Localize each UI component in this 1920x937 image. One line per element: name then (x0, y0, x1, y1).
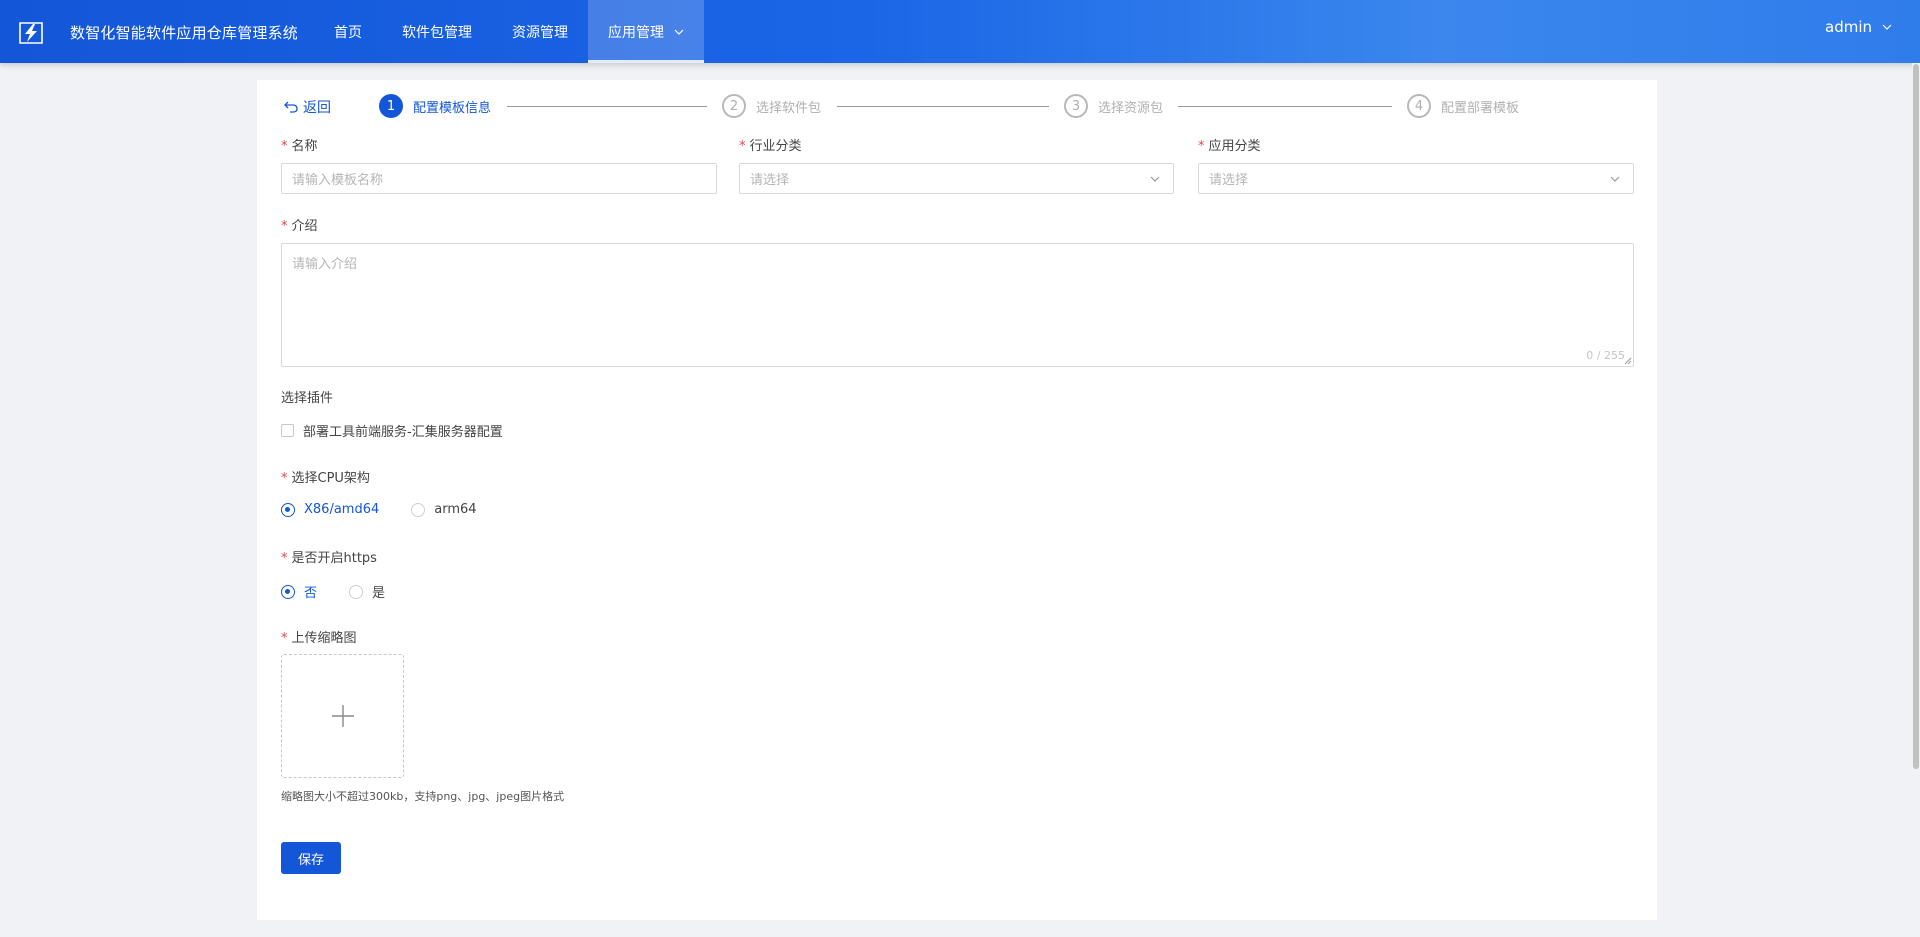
step-4: 4 配置部署模板 (1407, 94, 1519, 118)
cpu-option-arm64[interactable]: arm64 (411, 502, 477, 517)
required-mark: * (281, 551, 288, 566)
thumbnail-upload[interactable] (281, 654, 404, 778)
https-label-text: 是否开启https (291, 551, 377, 566)
back-label: 返回 (303, 100, 331, 116)
form-card: 返回 1 配置模板信息 2 选择软件包 3 选择资源包 4 配置部署模板 * 名称… (257, 80, 1657, 920)
user-menu[interactable]: admin (1825, 18, 1892, 36)
step-connector (837, 106, 1049, 107)
industry-label-text: 行业分类 (749, 139, 802, 154)
intro-field-label: * 介绍 (281, 215, 318, 234)
step-2: 2 选择软件包 (722, 94, 821, 118)
name-input[interactable]: 请输入模板名称 (281, 163, 717, 194)
radio-checked[interactable] (281, 502, 295, 517)
https-option-no-label: 否 (304, 586, 318, 601)
industry-select-placeholder: 请选择 (750, 173, 790, 188)
scrollbar-thumb[interactable] (1913, 64, 1919, 769)
username: admin (1825, 18, 1872, 36)
cpu-field-label: * 选择CPU架构 (281, 467, 370, 486)
https-option-yes-label: 是 (372, 586, 386, 601)
plugin-option-label: 部署工具前端服务-汇集服务器配置 (303, 425, 503, 440)
nav-package-management-label: 软件包管理 (402, 24, 472, 41)
required-mark: * (281, 471, 288, 486)
nav-resource-management[interactable]: 资源管理 (492, 0, 588, 63)
nav-home[interactable]: 首页 (314, 0, 382, 63)
industry-select[interactable]: 请选择 (739, 163, 1174, 194)
https-field-label: * 是否开启https (281, 547, 377, 566)
name-input-placeholder: 请输入模板名称 (292, 173, 384, 188)
cpu-label-text: 选择CPU架构 (291, 471, 370, 486)
step-connector (1178, 106, 1392, 107)
step-4-label: 配置部署模板 (1441, 100, 1520, 116)
thumbnail-field-label: * 上传缩略图 (281, 627, 357, 646)
step-2-number: 2 (722, 94, 746, 118)
nav-app-management-label: 应用管理 (608, 24, 664, 41)
plugin-checkbox-row[interactable]: 部署工具前端服务-汇集服务器配置 (281, 421, 503, 440)
resize-handle-icon[interactable] (1624, 357, 1632, 365)
radio-unchecked[interactable] (411, 502, 426, 517)
intro-label-text: 介绍 (291, 219, 318, 234)
required-mark: * (281, 219, 288, 234)
top-header: 数智化智能软件应用仓库管理系统 首页 软件包管理 资源管理 应用管理 admin (0, 0, 1920, 63)
plus-icon (331, 705, 354, 727)
chevron-down-icon (1882, 24, 1892, 30)
name-label-text: 名称 (291, 139, 318, 154)
cpu-radio-group: X86/amd64 arm64 (281, 502, 509, 517)
app-category-select[interactable]: 请选择 (1198, 163, 1634, 194)
required-mark: * (281, 631, 288, 646)
app-category-field-label: * 应用分类 (1198, 135, 1261, 154)
back-button[interactable]: 返回 (283, 97, 331, 117)
name-field-label: * 名称 (281, 135, 318, 154)
chevron-down-icon (1610, 176, 1620, 182)
nav-resource-management-label: 资源管理 (512, 24, 568, 41)
plugin-checkbox[interactable] (281, 424, 294, 437)
https-radio-group: 否 是 (281, 582, 417, 601)
app-category-label-text: 应用分类 (1208, 139, 1261, 154)
intro-textarea-placeholder: 请输入介绍 (292, 257, 358, 272)
chevron-down-icon (674, 29, 684, 35)
save-button[interactable]: 保存 (281, 842, 341, 874)
thumbnail-hint: 缩略图大小不超过300kb，支持png、jpg、jpeg图片格式 (281, 790, 565, 803)
step-1: 1 配置模板信息 (379, 94, 491, 118)
https-option-no[interactable]: 否 (281, 582, 317, 601)
required-mark: * (1198, 139, 1205, 154)
nav-app-management[interactable]: 应用管理 (588, 0, 704, 63)
app-title: 数智化智能软件应用仓库管理系统 (70, 24, 299, 42)
char-counter: 0 / 255 (1586, 349, 1625, 362)
thumbnail-label-text: 上传缩略图 (291, 631, 357, 646)
step-3-label: 选择资源包 (1098, 100, 1164, 116)
app-category-select-placeholder: 请选择 (1209, 173, 1249, 188)
cpu-option-x86[interactable]: X86/amd64 (281, 502, 379, 517)
nav-package-management[interactable]: 软件包管理 (382, 0, 492, 63)
step-1-label: 配置模板信息 (413, 100, 492, 116)
return-arrow-icon (284, 101, 298, 113)
step-3-number: 3 (1064, 94, 1088, 118)
step-4-number: 4 (1407, 94, 1431, 118)
required-mark: * (739, 139, 746, 154)
radio-checked[interactable] (281, 584, 295, 599)
chevron-down-icon (1150, 176, 1160, 182)
main-nav: 首页 软件包管理 资源管理 应用管理 (314, 0, 704, 63)
https-option-yes[interactable]: 是 (349, 582, 385, 601)
step-2-label: 选择软件包 (756, 100, 822, 116)
nav-home-label: 首页 (334, 24, 362, 41)
step-3: 3 选择资源包 (1064, 94, 1163, 118)
app-logo-icon (19, 22, 43, 44)
cpu-option-arm64-label: arm64 (434, 502, 477, 517)
radio-unchecked[interactable] (349, 584, 364, 599)
industry-field-label: * 行业分类 (739, 135, 802, 154)
step-connector (507, 106, 707, 107)
required-mark: * (281, 139, 288, 154)
cpu-option-x86-label: X86/amd64 (304, 502, 380, 517)
intro-textarea[interactable]: 请输入介绍 0 / 255 (281, 243, 1634, 367)
plugins-label: 选择插件 (281, 391, 334, 406)
step-1-number: 1 (379, 94, 403, 118)
